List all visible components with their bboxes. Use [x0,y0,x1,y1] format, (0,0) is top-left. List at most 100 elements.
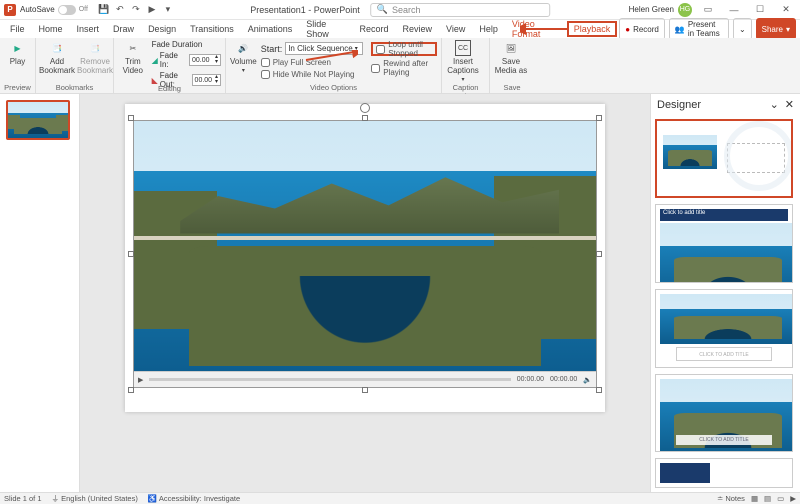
maximize-icon[interactable]: ☐ [750,2,770,18]
group-video-options-label: Video Options [230,83,437,93]
designer-pane: Designer ⌄ ✕ Click to add title CLICK TO… [650,94,800,492]
slide-canvas[interactable]: ▶ 00:00.00 00:00.00 🔈 [125,104,605,412]
save-media-button[interactable]: 🖼Save Media as [494,40,528,75]
tab-view[interactable]: View [440,22,471,36]
ribbon-options-icon[interactable]: ▭ [698,2,718,18]
slide-thumbnail-1[interactable] [6,100,70,140]
teams-icon: 👥 [675,25,685,34]
video-seek-slider[interactable] [149,378,510,381]
title-bar: P AutoSave Off 💾 ↶ ↷ ▶ ▾ Presentation1 -… [0,0,800,20]
chevron-down-icon: ▾ [242,67,245,74]
normal-view-icon[interactable]: ▦ [751,494,758,503]
autosave-toggle[interactable]: AutoSave Off [20,5,88,15]
insert-captions-button[interactable]: CCInsert Captions▾ [446,40,480,83]
tab-record[interactable]: Record [353,22,394,36]
tab-home[interactable]: Home [33,22,69,36]
hide-while-not-playing-checkbox[interactable]: Hide While Not Playing [261,70,364,79]
group-save-label: Save [494,83,530,93]
fade-in-spinner[interactable]: 00.00▴▾ [189,54,221,66]
redo-icon[interactable]: ↷ [130,4,142,16]
record-dot-icon: ● [625,25,630,34]
play-full-screen-checkbox[interactable]: Play Full Screen [261,58,364,67]
language-status[interactable]: ⏚ English (United States) [52,493,138,504]
workspace: ▶ 00:00.00 00:00.00 🔈 Designer ⌄ ✕ [0,94,800,492]
resize-handle[interactable] [128,387,134,393]
bookmark-remove-icon: 📑 [87,40,103,56]
resize-handle[interactable] [362,387,368,393]
play-icon: ▶ [10,40,26,56]
bookmark-add-icon: 📑 [49,40,65,56]
tab-design[interactable]: Design [142,22,182,36]
app-icon: P [4,4,16,16]
resize-handle[interactable] [128,115,134,121]
save-media-icon: 🖼 [503,40,519,56]
quick-access-toolbar: 💾 ↶ ↷ ▶ ▾ [98,4,174,16]
design-idea-5[interactable] [655,458,793,488]
globe-icon: ⏚ [52,494,60,503]
ribbon-collapse-icon[interactable]: ⌄ [733,18,752,40]
fade-in-icon: ◢ [152,56,158,65]
tab-help[interactable]: Help [473,22,504,36]
start-label: Start: [261,44,283,54]
slide-counter[interactable]: Slide 1 of 1 [4,494,42,503]
accessibility-icon: ♿ [148,494,157,503]
rewind-after-playing-checkbox[interactable]: Rewind after Playing [371,59,437,77]
group-preview-label: Preview [4,83,31,93]
qat-dropdown-icon[interactable]: ▾ [162,4,174,16]
tab-transitions[interactable]: Transitions [184,22,240,36]
captions-icon: CC [455,40,471,56]
undo-icon[interactable]: ↶ [114,4,126,16]
loop-until-stopped-callout: Loop until Stopped [371,42,437,56]
resize-handle[interactable] [596,251,602,257]
resize-handle[interactable] [596,115,602,121]
save-icon[interactable]: 💾 [98,4,110,16]
design-idea-4[interactable]: CLICK TO ADD TITLE [655,374,793,453]
record-button[interactable]: ●Record [619,18,665,40]
resize-handle[interactable] [362,115,368,121]
present-in-teams-button[interactable]: 👥Present in Teams [669,18,729,40]
play-button[interactable]: ▶Play [4,40,31,66]
trim-video-button[interactable]: ✂Trim Video [118,40,148,75]
remove-bookmark-button[interactable]: 📑Remove Bookmark [78,40,112,75]
group-bookmarks-label: Bookmarks [40,83,109,93]
rotate-handle[interactable] [360,103,370,113]
design-idea-3[interactable]: CLICK TO ADD TITLE [655,289,793,368]
minimize-icon[interactable]: — [724,2,744,18]
resize-handle[interactable] [128,251,134,257]
notes-button[interactable]: ≐ Notes [717,494,745,503]
volume-icon: 🔊 [235,40,251,56]
chevron-down-icon: ▾ [461,76,464,83]
tab-file[interactable]: File [4,22,31,36]
status-bar: Slide 1 of 1 ⏚ English (United States) ♿… [0,492,800,504]
slideshow-view-icon[interactable]: ▶ [790,494,796,503]
design-idea-1[interactable] [655,119,793,198]
close-icon[interactable]: ✕ [776,2,796,18]
share-button[interactable]: Share▾ [756,18,796,40]
reading-view-icon[interactable]: ▭ [777,494,784,503]
accessibility-status[interactable]: ♿ Accessibility: Investigate [148,494,240,503]
tab-insert[interactable]: Insert [71,22,106,36]
toggle-icon [58,5,76,15]
group-editing-label: Editing [118,84,221,94]
sorter-view-icon[interactable]: ▤ [764,494,771,503]
resize-handle[interactable] [596,387,602,393]
slide-editor[interactable]: ▶ 00:00.00 00:00.00 🔈 [80,94,650,492]
design-idea-2[interactable]: Click to add title [655,204,793,283]
tab-playback[interactable]: Playback [567,21,618,37]
search-input[interactable]: 🔍 Search [370,3,550,17]
add-bookmark-button[interactable]: 📑Add Bookmark [40,40,74,75]
close-icon[interactable]: ✕ [785,98,794,111]
tab-review[interactable]: Review [396,22,438,36]
tab-draw[interactable]: Draw [107,22,140,36]
volume-button[interactable]: 🔊Volume▾ [230,40,257,74]
tab-animations[interactable]: Animations [242,22,299,36]
fade-duration-label: Fade Duration [152,40,221,49]
chevron-down-icon[interactable]: ⌄ [770,98,779,111]
account-button[interactable]: Helen Green HG [629,3,692,17]
video-object[interactable]: ▶ 00:00.00 00:00.00 🔈 [133,120,597,388]
slide-thumbnail-panel [0,94,80,492]
start-slideshow-icon[interactable]: ▶ [146,4,158,16]
chevron-down-icon: ▾ [786,25,790,34]
loop-until-stopped-checkbox[interactable]: Loop until Stopped [376,40,432,58]
start-dropdown[interactable]: In Click Sequence▾ [285,42,363,55]
